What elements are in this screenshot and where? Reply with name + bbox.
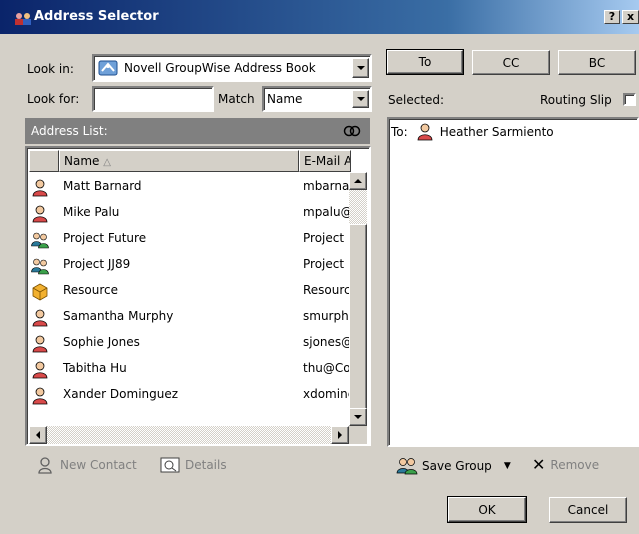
cc-button[interactable]: CC xyxy=(472,50,550,75)
horizontal-scrollbar[interactable] xyxy=(29,426,349,444)
title-bar[interactable]: Address Selector ? x xyxy=(0,0,639,34)
row-name: Mike Palu xyxy=(63,205,120,219)
table-row[interactable]: Sophie Jones sjones@ xyxy=(29,330,351,356)
scroll-right-button[interactable] xyxy=(331,426,349,444)
person-icon xyxy=(31,179,49,197)
save-group-button[interactable]: Save Group ▼ xyxy=(396,457,511,475)
look-for-label: Look for: xyxy=(27,92,80,106)
details-label: Details xyxy=(185,458,227,472)
row-name: Project Future xyxy=(63,231,147,245)
person-icon xyxy=(31,309,49,327)
table-row[interactable]: Resource Resourc xyxy=(29,278,351,304)
address-book-icon xyxy=(15,13,31,25)
selected-name: Heather Sarmiento xyxy=(439,125,554,139)
save-group-label: Save Group xyxy=(422,459,492,473)
selected-label: Selected: xyxy=(388,93,445,107)
new-contact-button[interactable]: New Contact xyxy=(36,456,137,474)
new-contact-icon xyxy=(38,457,52,474)
new-contact-label: New Contact xyxy=(60,458,137,472)
row-name: Resource xyxy=(63,283,119,297)
table-row[interactable]: Matt Barnard mbarnar xyxy=(29,174,351,200)
row-email: Project . xyxy=(303,257,351,271)
selected-list[interactable]: To: Heather Sarmiento xyxy=(387,117,639,447)
row-name: Matt Barnard xyxy=(63,179,142,193)
cancel-button[interactable]: Cancel xyxy=(549,497,627,523)
look-for-input[interactable] xyxy=(92,86,214,112)
sort-ascending-icon: △ xyxy=(103,157,111,168)
person-icon xyxy=(31,335,49,353)
name-column-label: Name xyxy=(64,154,100,168)
table-row[interactable]: Project JJ89 Project . xyxy=(29,252,351,278)
chevron-down-icon[interactable] xyxy=(352,58,369,78)
person-icon xyxy=(417,123,433,141)
row-email: mpalu@ xyxy=(303,205,351,219)
address-list-header: Address List: xyxy=(25,118,370,144)
table-row[interactable]: Mike Palu mpalu@ xyxy=(29,200,351,226)
person-icon xyxy=(31,387,49,405)
close-button[interactable]: x xyxy=(622,10,639,24)
routing-slip-label: Routing Slip xyxy=(540,93,612,107)
table-row[interactable]: Samantha Murphy smurphy xyxy=(29,304,351,330)
row-email: Resourc xyxy=(303,283,351,297)
table-row[interactable]: Xander Dominguez xdominc xyxy=(29,382,351,408)
selected-prefix: To: xyxy=(391,125,408,139)
name-column-header[interactable]: Name △ xyxy=(59,150,299,172)
row-email: mbarnar xyxy=(303,179,351,193)
row-name: Xander Dominguez xyxy=(63,387,179,401)
email-column-header[interactable]: E-Mail A xyxy=(299,150,351,172)
look-in-value: Novell GroupWise Address Book xyxy=(124,61,316,75)
row-email: smurphy xyxy=(303,309,351,323)
window-title: Address Selector xyxy=(34,9,159,24)
scroll-corner xyxy=(349,426,367,444)
remove-label: Remove xyxy=(550,458,600,472)
table-row[interactable]: Project Future Project I xyxy=(29,226,351,252)
to-button[interactable]: To xyxy=(387,50,463,74)
person-icon xyxy=(31,205,49,223)
bc-button[interactable]: BC xyxy=(558,50,636,75)
close-icon: ✕ xyxy=(532,455,546,474)
routing-slip-checkbox[interactable] xyxy=(623,93,636,106)
vertical-scrollbar[interactable] xyxy=(349,172,367,426)
resource-icon xyxy=(31,283,49,301)
table-row[interactable]: Tabitha Hu thu@Co xyxy=(29,356,351,382)
scroll-thumb[interactable] xyxy=(349,224,367,420)
row-email: thu@Co xyxy=(303,361,351,375)
scroll-up-button[interactable] xyxy=(349,172,367,190)
email-column-label: E-Mail A xyxy=(304,154,351,168)
to-button-frame[interactable]: To xyxy=(386,49,464,75)
remove-button[interactable]: ✕ Remove xyxy=(532,457,599,473)
person-icon xyxy=(31,361,49,379)
chevron-down-icon[interactable] xyxy=(352,90,369,108)
group-icon xyxy=(31,231,49,249)
selected-item[interactable]: To: Heather Sarmiento xyxy=(391,123,554,141)
scroll-down-button[interactable] xyxy=(349,408,367,426)
look-in-label: Look in: xyxy=(27,62,74,76)
chevron-down-icon[interactable]: ▼ xyxy=(504,461,511,471)
row-email: sjones@ xyxy=(303,335,351,349)
ok-button-frame[interactable]: OK xyxy=(447,496,527,523)
icon-column-header[interactable] xyxy=(29,150,59,172)
match-dropdown[interactable]: Name xyxy=(262,86,372,112)
details-button[interactable]: Details xyxy=(160,456,227,474)
scroll-left-button[interactable] xyxy=(29,426,47,444)
group-icon xyxy=(31,257,49,275)
row-name: Sophie Jones xyxy=(63,335,140,349)
details-icon xyxy=(160,457,180,473)
find-icon[interactable] xyxy=(343,124,361,138)
ok-button[interactable]: OK xyxy=(448,497,526,522)
match-value: Name xyxy=(267,92,303,106)
row-email: Project I xyxy=(303,231,351,245)
match-label: Match xyxy=(218,92,255,106)
look-in-dropdown[interactable]: Novell GroupWise Address Book xyxy=(92,54,372,82)
group-icon xyxy=(396,458,418,475)
row-email: xdominc xyxy=(303,387,351,401)
address-book-icon xyxy=(98,60,118,76)
help-button[interactable]: ? xyxy=(604,10,620,24)
address-list-title: Address List: xyxy=(31,124,108,138)
row-name: Samantha Murphy xyxy=(63,309,174,323)
address-list[interactable]: Name △ E-Mail A Matt Barnard mbarnar Mike … xyxy=(25,146,371,446)
row-name: Project JJ89 xyxy=(63,257,131,271)
row-name: Tabitha Hu xyxy=(63,361,127,375)
